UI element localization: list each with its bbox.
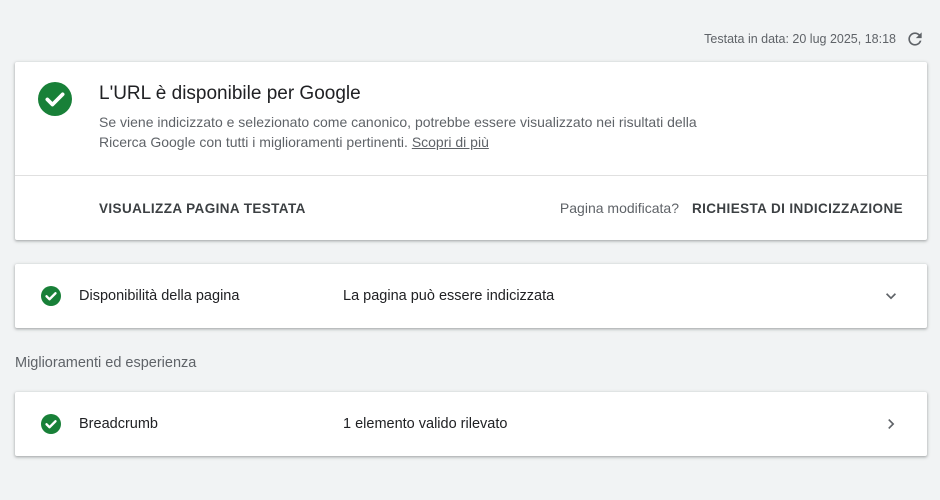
chevron-down-icon[interactable] [881, 286, 901, 306]
tested-date-label: Testata in data: 20 lug 2025, 18:18 [704, 32, 896, 46]
test-info-bar: Testata in data: 20 lug 2025, 18:18 [704, 28, 926, 50]
view-tested-page-button[interactable]: VISUALIZZA PAGINA TESTATA [99, 176, 306, 240]
chevron-right-icon[interactable] [881, 414, 901, 434]
check-circle-icon [38, 82, 72, 116]
url-status-summary: L'URL è disponibile per Google Se viene … [15, 62, 927, 176]
availability-value: La pagina può essere indicizzata [343, 288, 555, 304]
check-circle-icon [41, 286, 61, 306]
url-status-card: L'URL è disponibile per Google Se viene … [15, 62, 927, 240]
page-availability-row[interactable]: Disponibilità della pagina La pagina può… [15, 264, 927, 328]
page-modified-question: Pagina modificata? [559, 200, 679, 216]
refresh-icon [908, 32, 922, 46]
breadcrumb-row[interactable]: Breadcrumb 1 elemento valido rilevato [15, 392, 927, 456]
learn-more-link[interactable]: Scopri di più [412, 134, 489, 150]
breadcrumb-value: 1 elemento valido rilevato [343, 416, 508, 432]
availability-label: Disponibilità della pagina [79, 288, 240, 304]
status-description: Se viene indicizzato e selezionato come … [99, 112, 699, 152]
status-actions: VISUALIZZA PAGINA TESTATA Pagina modific… [15, 176, 927, 240]
request-indexing-button[interactable]: RICHIESTA DI INDICIZZAZIONE [692, 176, 903, 240]
check-circle-icon [41, 414, 61, 434]
refresh-button[interactable] [904, 28, 926, 50]
enhancements-heading: Miglioramenti ed esperienza [15, 355, 197, 371]
status-title: L'URL è disponibile per Google [99, 83, 361, 104]
status-description-text: Se viene indicizzato e selezionato come … [99, 114, 697, 150]
breadcrumb-label: Breadcrumb [79, 416, 158, 432]
